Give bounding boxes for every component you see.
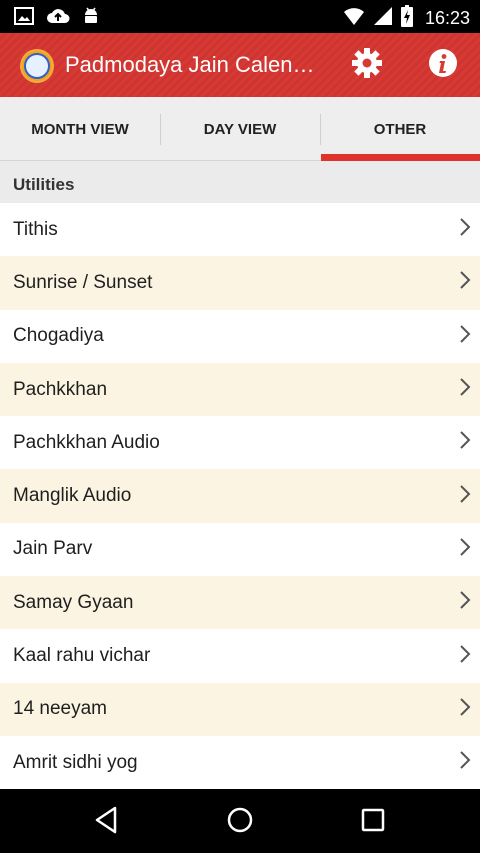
section-header: Utilities bbox=[0, 161, 480, 203]
chevron-right-icon bbox=[458, 590, 472, 615]
clock: 16:23 bbox=[424, 8, 470, 28]
home-icon bbox=[226, 806, 254, 839]
app-title: Padmodaya Jain Calendar bbox=[65, 52, 320, 77]
list-item[interactable]: Samay Gyaan bbox=[0, 576, 480, 630]
list-item[interactable]: Sunrise / Sunset bbox=[0, 256, 480, 310]
home-button[interactable] bbox=[223, 805, 257, 839]
list-item-label: Tithis bbox=[13, 218, 58, 240]
list-item-label: Sunrise / Sunset bbox=[13, 271, 153, 293]
list-item-label: Kaal rahu vichar bbox=[13, 645, 151, 667]
list-item-label: Pachkkhan Audio bbox=[13, 431, 160, 453]
cloud-upload-icon bbox=[46, 7, 70, 30]
image-icon bbox=[14, 7, 34, 30]
recents-button[interactable] bbox=[356, 805, 390, 839]
list-item-label: Amrit sidhi yog bbox=[13, 751, 138, 773]
system-nav-bar bbox=[0, 789, 480, 853]
list-item[interactable]: Jain Parv bbox=[0, 522, 480, 577]
list-item[interactable]: Kaal rahu vichar bbox=[0, 629, 480, 683]
utilities-list: Tithis Sunrise / Sunset Chogadiya Pachkk… bbox=[0, 203, 480, 790]
list-item[interactable]: Manglik Audio bbox=[0, 469, 480, 523]
tab-month-view[interactable]: MONTH VIEW bbox=[0, 97, 160, 161]
settings-icon bbox=[351, 47, 383, 84]
battery-charging-icon bbox=[400, 5, 413, 32]
recents-icon bbox=[360, 807, 386, 838]
chevron-right-icon bbox=[458, 217, 472, 242]
list-item[interactable]: Pachkkhan Audio bbox=[0, 416, 480, 470]
settings-button[interactable] bbox=[350, 47, 384, 84]
list-item-label: Pachkkhan bbox=[13, 378, 108, 400]
list-item[interactable]: Chogadiya bbox=[0, 309, 480, 363]
chevron-right-icon bbox=[458, 377, 472, 402]
chevron-right-icon bbox=[458, 644, 472, 669]
back-icon bbox=[93, 806, 119, 839]
chevron-right-icon bbox=[458, 750, 472, 775]
chevron-right-icon bbox=[458, 697, 472, 722]
chevron-right-icon bbox=[458, 484, 472, 509]
tab-day-view[interactable]: DAY VIEW bbox=[160, 97, 320, 161]
list-item-label: Chogadiya bbox=[13, 325, 104, 347]
list-item[interactable]: Amrit sidhi yog bbox=[0, 735, 480, 790]
back-button[interactable] bbox=[89, 805, 123, 839]
list-item[interactable]: Tithis bbox=[0, 203, 480, 257]
selected-tab-indicator bbox=[321, 154, 480, 161]
app-logo bbox=[20, 49, 54, 83]
list-item[interactable]: Pachkkhan bbox=[0, 362, 480, 417]
info-icon bbox=[428, 48, 458, 83]
list-item[interactable]: 14 neeyam bbox=[0, 682, 480, 736]
list-item-label: Samay Gyaan bbox=[13, 591, 134, 613]
cell-signal-icon bbox=[373, 6, 393, 31]
tab-bar: MONTH VIEW DAY VIEW OTHER bbox=[0, 97, 480, 161]
chevron-right-icon bbox=[458, 270, 472, 295]
chevron-right-icon bbox=[458, 324, 472, 349]
chevron-right-icon bbox=[458, 537, 472, 562]
status-bar: 16:23 bbox=[0, 0, 480, 33]
tab-other[interactable]: OTHER bbox=[320, 97, 480, 161]
info-button[interactable] bbox=[426, 48, 460, 82]
list-item-label: Jain Parv bbox=[13, 538, 93, 560]
app-bar: Padmodaya Jain Calendar bbox=[0, 33, 480, 97]
list-item-label: 14 neeyam bbox=[13, 698, 108, 720]
chevron-right-icon bbox=[458, 430, 472, 455]
wifi-icon bbox=[343, 6, 365, 31]
android-icon bbox=[82, 6, 100, 31]
list-item-label: Manglik Audio bbox=[13, 485, 132, 507]
